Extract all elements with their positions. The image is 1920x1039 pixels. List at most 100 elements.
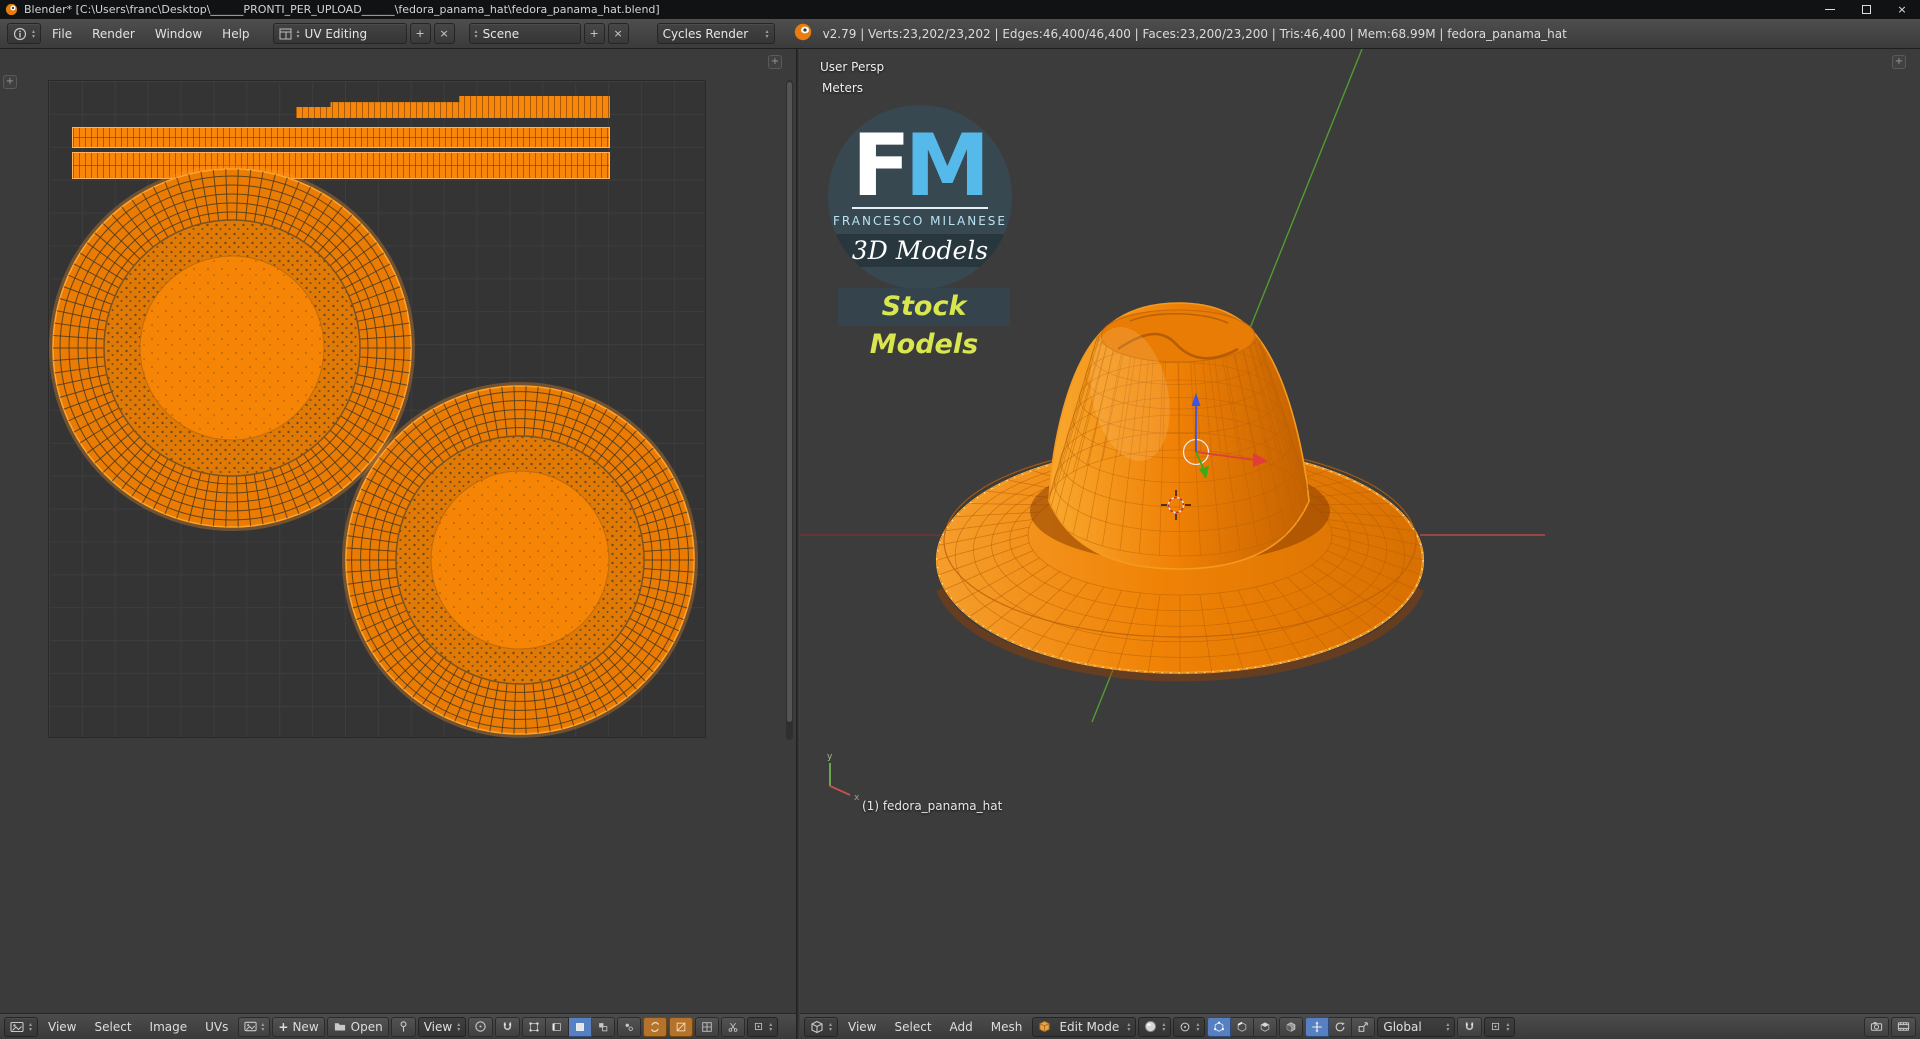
draw-stretch-button[interactable]: [669, 1016, 694, 1037]
add-scene-button[interactable]: +: [583, 23, 605, 44]
chevron-updown-icon: ▴ ▾: [29, 1020, 33, 1033]
uv-menu-select[interactable]: Select: [87, 1015, 140, 1039]
new-image-button[interactable]: + New: [272, 1016, 325, 1037]
scene-statistics: v2.79 | Verts:23,202/23,202 | Edges:46,4…: [822, 26, 1567, 41]
uv-island-brim-2: [342, 382, 698, 738]
viewport-shading-dropdown[interactable]: ▴ ▾: [1138, 1016, 1172, 1037]
viewport-canvas[interactable]: y x User Persp Meters (1) fedora_panama_…: [800, 49, 1920, 1013]
pivot-point-dropdown[interactable]: ▴ ▾: [1173, 1016, 1206, 1037]
proportional-edit-icon: [474, 1020, 487, 1033]
blender-logo-icon: [793, 22, 813, 45]
chevron-updown-icon: ▴ ▾: [829, 1020, 833, 1033]
uv-pivot-dropdown[interactable]: View ▴ ▾: [417, 1016, 467, 1037]
uv-menu-image[interactable]: Image: [142, 1015, 196, 1039]
uv-menu-view[interactable]: View: [40, 1015, 84, 1039]
snap-element-icon: [753, 1021, 764, 1032]
manipulator-rotate-button[interactable]: [1329, 1016, 1353, 1037]
v3d-menu-mesh[interactable]: Mesh: [983, 1015, 1031, 1039]
proportional-edit-button[interactable]: [468, 1016, 494, 1037]
scissors-icon: [727, 1021, 739, 1033]
opengl-render-button[interactable]: [1864, 1016, 1889, 1037]
blender-app-icon: [5, 3, 18, 16]
region-split-widget[interactable]: +: [1892, 55, 1906, 69]
snap-element-dropdown[interactable]: ▴ ▾: [1484, 1016, 1516, 1037]
scene-value: Scene: [482, 26, 520, 41]
uv-canvas[interactable]: + +: [0, 49, 796, 1013]
scene-selector[interactable]: ▴ ▾ Scene: [468, 23, 581, 44]
magnet-icon: [501, 1020, 514, 1033]
menu-file[interactable]: File: [43, 20, 81, 48]
chevron-updown-icon: ▴ ▾: [1127, 1020, 1131, 1033]
manipulator-translate-button[interactable]: [1305, 1016, 1330, 1037]
menu-render[interactable]: Render: [83, 20, 144, 48]
region-toggle-widget[interactable]: +: [3, 75, 17, 89]
pin-toggle-button[interactable]: [390, 1016, 416, 1037]
screen-layout-selector[interactable]: ▴ ▾ UV Editing: [272, 23, 407, 44]
limit-visible-button[interactable]: [1279, 1016, 1304, 1037]
active-object-overlay: (1) fedora_panama_hat: [862, 799, 1003, 813]
edge-select-button[interactable]: [1231, 1016, 1255, 1037]
screen-layout-icon: [279, 28, 292, 40]
uv-island-select-button[interactable]: [592, 1016, 616, 1037]
uv-face-select-button[interactable]: [569, 1016, 593, 1037]
opengl-anim-render-button[interactable]: [1891, 1016, 1916, 1037]
uv-menu-uvs[interactable]: UVs: [197, 1015, 236, 1039]
minimize-button[interactable]: [1812, 0, 1848, 19]
menu-help[interactable]: Help: [213, 20, 258, 48]
uv-vertex-select-button[interactable]: [522, 1016, 547, 1037]
chevron-updown-icon: ▴ ▾: [1506, 1020, 1510, 1033]
render-engine-selector[interactable]: Cycles Render ▴ ▾: [656, 23, 775, 44]
vertex-select-button[interactable]: [1207, 1016, 1232, 1037]
orientation-dropdown[interactable]: Global ▴ ▾: [1377, 1016, 1456, 1037]
v3d-menu-add[interactable]: Add: [942, 1015, 981, 1039]
add-layout-button[interactable]: +: [409, 23, 431, 44]
orientation-value: Global: [1383, 1019, 1422, 1034]
maximize-icon: [1861, 5, 1871, 14]
units-overlay: Meters: [822, 81, 864, 95]
uv-snap-dropdown[interactable]: ▴ ▾: [747, 1016, 779, 1037]
sticky-select-button[interactable]: [617, 1016, 642, 1037]
uv-editor-panel: + + ▴ ▾ View Select Image UVs ▴ ▾ + New Op…: [0, 49, 796, 1039]
vertex-select-icon: [528, 1021, 540, 1033]
window-titlebar: Blender* [C:\Users\franc\Desktop\______P…: [0, 0, 1920, 19]
uv-vertical-scrollbar[interactable]: [786, 80, 793, 740]
main-area: + + ▴ ▾ View Select Image UVs ▴ ▾ + New Op…: [0, 49, 1920, 1039]
hat-mesh[interactable]: [935, 302, 1425, 682]
render-engine-value: Cycles Render: [662, 26, 749, 41]
stock-models-badge: Stock Models: [838, 288, 1010, 360]
v3d-menu-select[interactable]: Select: [887, 1015, 940, 1039]
info-editor-type-button[interactable]: ▴ ▾: [7, 23, 42, 44]
close-button[interactable]: ×: [1884, 0, 1920, 19]
normalized-coords-button[interactable]: [695, 1016, 720, 1037]
edge-select-icon: [1236, 1021, 1248, 1033]
uv-editor-toolbar: ▴▾ View Select Image UVs ▴▾ + New Open: [0, 1013, 796, 1039]
clip-uv-button[interactable]: [721, 1016, 746, 1037]
chevron-updown-icon: ▴ ▾: [1446, 1020, 1450, 1033]
image-browse-button[interactable]: ▴ ▾: [238, 1016, 271, 1037]
fm-logo: F M FRANCESCO MILANESE 3D Models: [828, 105, 1012, 289]
maximize-button[interactable]: [1848, 0, 1884, 19]
open-image-button[interactable]: Open: [326, 1016, 389, 1037]
image-datablock-icon: [244, 1020, 257, 1033]
delete-layout-button[interactable]: ×: [433, 23, 455, 44]
snap-element-icon: [1490, 1021, 1501, 1032]
chevron-updown-icon: ▴ ▾: [1196, 1020, 1200, 1033]
viewport-editor-type-button[interactable]: ▴ ▾: [804, 1016, 839, 1037]
open-image-label: Open: [350, 1019, 383, 1034]
fm-logo-name: FRANCESCO MILANESE: [833, 214, 1007, 228]
uv-edge-select-button[interactable]: [546, 1016, 570, 1037]
snap-toggle-button[interactable]: [1457, 1016, 1483, 1037]
face-select-icon: [574, 1021, 586, 1033]
scrollbar-handle[interactable]: [787, 82, 792, 722]
snap-magnet-button[interactable]: [495, 1016, 521, 1037]
menu-window[interactable]: Window: [146, 20, 211, 48]
v3d-menu-view[interactable]: View: [840, 1015, 884, 1039]
face-select-button[interactable]: [1254, 1016, 1278, 1037]
chevron-updown-icon: ▴ ▾: [261, 1020, 265, 1033]
manipulator-scale-button[interactable]: [1352, 1016, 1376, 1037]
region-split-widget[interactable]: +: [768, 55, 782, 69]
uv-sync-select-button[interactable]: [643, 1016, 668, 1037]
uv-editor-type-button[interactable]: ▴ ▾: [4, 1016, 39, 1037]
mode-dropdown[interactable]: Edit Mode ▴ ▾: [1032, 1016, 1137, 1037]
delete-scene-button[interactable]: ×: [607, 23, 629, 44]
